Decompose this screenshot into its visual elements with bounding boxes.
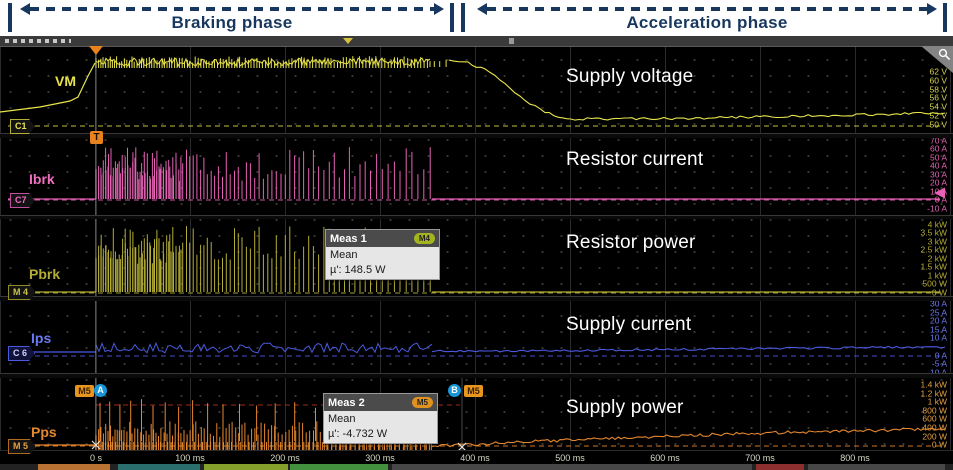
row-separator [0,133,953,138]
bottom-badge-fragment [756,464,804,470]
phase-banner: Braking phase Acceleration phase [0,0,953,36]
acceleration-arrow [477,5,937,13]
meas1-title: Meas 1 [330,233,367,245]
channel-position-arrow-icon [934,188,945,199]
trace-vm [96,56,427,68]
trace-vm [0,63,95,112]
acceleration-phase-label: Acceleration phase [477,13,937,33]
trigger-position-icon[interactable] [89,46,103,55]
time-label: 400 ms [460,453,490,463]
banner-end-bar [8,3,12,32]
annotation-resistor-power: Resistor power [566,232,696,254]
meas2-title: Meas 2 [328,397,365,409]
scope-display: 62 V60 V58 V56 V54 V52 V50 V70 A60 A50 A… [0,36,953,470]
cursor-a-marker[interactable]: A [94,384,107,397]
time-label: 800 ms [840,453,870,463]
bottom-badge-fragment [118,464,200,470]
braking-arrow [20,5,444,13]
trace-vm [430,60,446,67]
meas2-source-badge: M5 [412,397,433,408]
meas1-panel[interactable]: Meas 1 M4 Mean µ': 148.5 W [325,229,440,280]
time-label: 100 ms [175,453,205,463]
trace-label-pps: Pps [31,424,57,440]
banner-end-bar [450,3,454,32]
time-label: 0 s [90,453,102,463]
trace-pps [432,428,945,446]
gate-badge-m5-left[interactable]: M5 [75,385,94,397]
time-label: 600 ms [650,453,680,463]
annotation-supply-current: Supply current [566,314,691,336]
meas1-value: µ': 148.5 W [330,263,435,278]
minimap-marker [509,38,514,44]
banner-end-bar [461,3,465,32]
dashed-line [487,7,927,11]
trace-label-vm: VM [55,73,76,89]
trace-label-ips: Ips [31,330,51,346]
magnifier-icon [938,48,951,61]
horizontal-minimap-bar[interactable] [0,36,953,47]
banner-end-bar [943,3,947,32]
trace-ips [96,343,432,353]
time-label: 200 ms [270,453,300,463]
trace-label-pbrk: Pbrk [29,266,60,282]
minimap-ticks [5,39,71,43]
bottom-badge-fragment [392,464,752,470]
trace-ips [432,347,945,352]
oscilloscope-screenshot: Braking phase Acceleration phase 62 V60 … [0,0,953,470]
trace-ibrk [96,147,430,199]
gate-badge-m5-right[interactable]: M5 [464,385,483,397]
waveform-layer [0,36,953,470]
cursor-b-marker[interactable]: B [448,384,461,397]
bottom-badge-bar [0,464,953,470]
time-label: 300 ms [365,453,395,463]
meas1-stat: Mean [330,248,435,263]
annotation-resistor-current: Resistor current [566,149,703,171]
braking-phase-label: Braking phase [20,13,444,33]
meas2-stat: Mean [328,412,433,427]
row-separator [0,215,953,219]
time-label: 700 ms [745,453,775,463]
bottom-badge-fragment [38,464,110,470]
meas2-value: µ': -4.732 W [328,427,433,442]
annotation-supply-voltage: Supply voltage [566,66,693,88]
bottom-badge-fragment [808,464,945,470]
trace-vm [449,60,945,120]
time-axis: 0 s 100 ms 200 ms 300 ms 400 ms 500 ms 600 ms 7… [0,450,953,465]
time-label: 500 ms [555,453,585,463]
annotation-supply-power: Supply power [566,397,684,419]
trigger-badge[interactable]: T [90,131,103,144]
row-separator [0,296,953,301]
h-position-icon[interactable] [343,38,353,44]
bottom-badge-fragment [290,464,388,470]
meas2-panel[interactable]: Meas 2 M5 Mean µ': -4.732 W [323,393,438,444]
meas1-source-badge: M4 [414,233,435,244]
trace-label-ibrk: Ibrk [29,171,55,187]
row-separator [0,373,953,378]
dashed-line [30,7,434,11]
bottom-badge-fragment [204,464,288,470]
